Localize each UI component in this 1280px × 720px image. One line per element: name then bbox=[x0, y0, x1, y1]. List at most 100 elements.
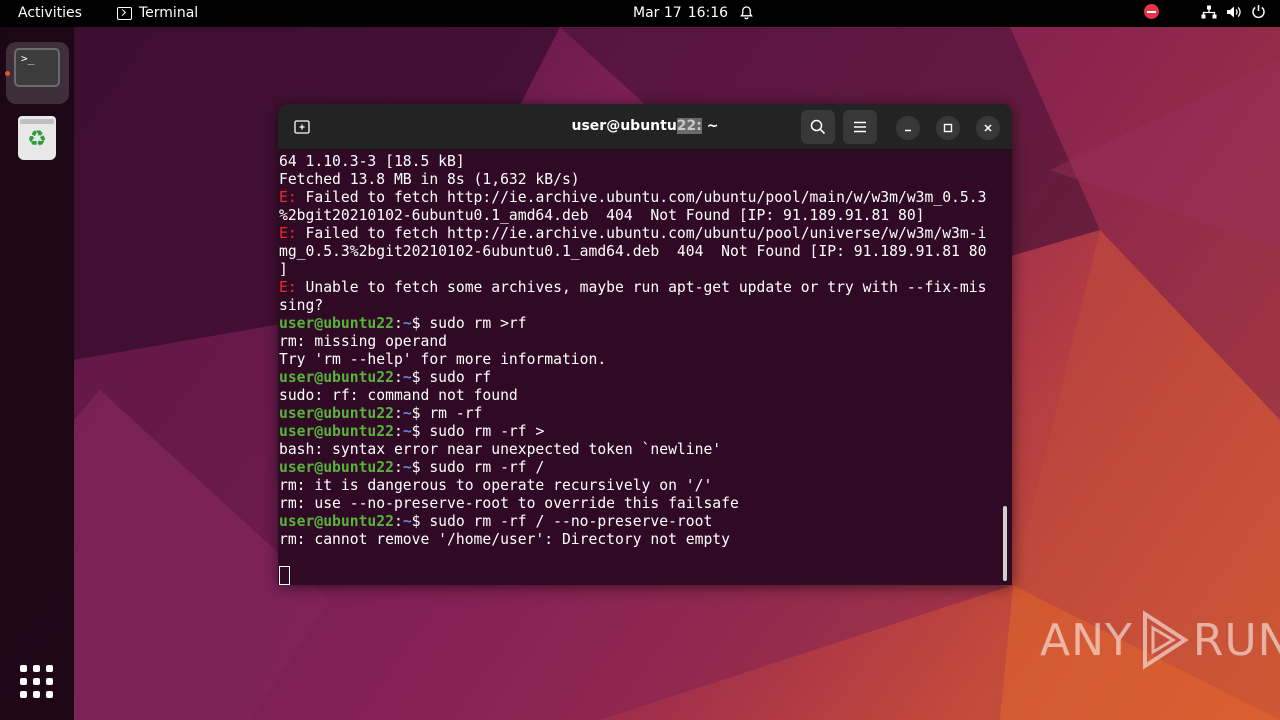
recycle-icon: ♻ bbox=[27, 127, 47, 152]
terminal-line: rm: use --no-preserve-root to override t… bbox=[279, 495, 986, 513]
error-tag: E: bbox=[279, 279, 297, 296]
prompt-path: ~ bbox=[402, 315, 412, 332]
error-tag: E: bbox=[279, 225, 297, 242]
terminal-line: bash: syntax error near unexpected token… bbox=[279, 441, 986, 459]
prompt-command: $ sudo rm -rf / bbox=[411, 459, 545, 476]
terminal-line: %2bgit20210102-6ubuntu0.1_amd64.deb 404 … bbox=[279, 207, 986, 225]
line-text: rm: use --no-preserve-root to override t… bbox=[279, 495, 739, 512]
anyrun-watermark: ANY RUN bbox=[1040, 608, 1280, 672]
notification-bell-icon[interactable] bbox=[739, 5, 754, 21]
running-indicator bbox=[5, 71, 10, 76]
line-text: ] bbox=[279, 261, 288, 278]
do-not-disturb-icon[interactable] bbox=[1144, 4, 1159, 19]
show-apps-grid-icon[interactable] bbox=[20, 665, 53, 698]
close-button[interactable] bbox=[976, 116, 1000, 140]
terminal-line: user@ubuntu22:~$ rm -rf bbox=[279, 405, 986, 423]
terminal-line: rm: cannot remove '/home/user': Director… bbox=[279, 531, 986, 549]
terminal-line: user@ubuntu22:~$ sudo rf bbox=[279, 369, 986, 387]
terminal-line: sudo: rf: command not found bbox=[279, 387, 986, 405]
prompt-separator: : bbox=[393, 315, 403, 332]
prompt-path: ~ bbox=[402, 405, 412, 422]
dock-trash[interactable]: ♻ bbox=[18, 116, 56, 160]
close-icon bbox=[984, 124, 992, 132]
prompt-separator: : bbox=[393, 369, 403, 386]
line-text: rm: it is dangerous to operate recursive… bbox=[279, 477, 713, 494]
prompt-separator: : bbox=[393, 459, 403, 476]
text-cursor bbox=[279, 566, 290, 585]
terminal-line: E: Unable to fetch some archives, maybe … bbox=[279, 279, 986, 297]
play-logo-icon bbox=[1142, 610, 1189, 670]
terminal-line: rm: missing operand bbox=[279, 333, 986, 351]
maximize-button[interactable] bbox=[936, 116, 960, 140]
clock-time: 16:16 bbox=[687, 5, 729, 21]
terminal-line: sing? bbox=[279, 297, 986, 315]
line-text: rm: cannot remove '/home/user': Director… bbox=[279, 531, 730, 548]
terminal-line: E: Failed to fetch http://ie.archive.ubu… bbox=[279, 189, 986, 207]
volume-icon[interactable] bbox=[1226, 5, 1242, 19]
clock[interactable]: Mar 17 16:16 bbox=[633, 5, 728, 21]
window-title-selection: 22: bbox=[676, 118, 702, 134]
window-title-suffix: ~ bbox=[701, 118, 719, 134]
app-menu-label: Terminal bbox=[139, 5, 199, 21]
hamburger-menu-icon bbox=[854, 121, 866, 133]
prompt-command: $ rm -rf bbox=[411, 405, 483, 422]
activities-button[interactable]: Activities bbox=[18, 5, 82, 21]
watermark-right-text: RUN bbox=[1192, 614, 1280, 666]
terminal-output-area[interactable]: 64 1.10.3-3 [18.5 kB] Fetched 13.8 MB in … bbox=[278, 151, 1012, 585]
terminal-line: mg_0.5.3%2bgit20210102-6ubuntu0.1_amd64.… bbox=[279, 243, 986, 261]
prompt-path: ~ bbox=[402, 459, 412, 476]
prompt-user: user@ubuntu22 bbox=[279, 459, 394, 476]
terminal-line: user@ubuntu22:~$ sudo rm >rf bbox=[279, 315, 986, 333]
prompt-command: $ sudo rm >rf bbox=[411, 315, 527, 332]
line-text: Failed to fetch http://ie.archive.ubuntu… bbox=[296, 225, 987, 242]
prompt-command: $ sudo rf bbox=[411, 369, 492, 386]
window-title-prefix: user@ubuntu bbox=[571, 118, 677, 134]
scrollbar[interactable] bbox=[1003, 506, 1007, 581]
watermark-left-text: ANY bbox=[1040, 614, 1133, 666]
terminal-line: E: Failed to fetch http://ie.archive.ubu… bbox=[279, 225, 986, 243]
network-icon[interactable] bbox=[1201, 5, 1217, 19]
line-text: Unable to fetch some archives, maybe run… bbox=[296, 279, 987, 296]
clock-date: Mar 17 bbox=[633, 5, 682, 21]
system-tray[interactable] bbox=[1144, 4, 1266, 19]
maximize-icon bbox=[943, 123, 953, 133]
line-text: mg_0.5.3%2bgit20210102-6ubuntu0.1_amd64.… bbox=[279, 243, 987, 260]
terminal-line: rm: it is dangerous to operate recursive… bbox=[279, 477, 986, 495]
prompt-command: $ sudo rm -rf / --no-preserve-root bbox=[411, 513, 713, 530]
minimize-icon bbox=[905, 129, 911, 132]
terminal-line: ] bbox=[279, 261, 986, 279]
line-text: Try 'rm --help' for more information. bbox=[279, 351, 607, 368]
prompt-user: user@ubuntu22 bbox=[279, 315, 394, 332]
power-icon[interactable] bbox=[1251, 4, 1266, 19]
prompt-user: user@ubuntu22 bbox=[279, 405, 394, 422]
menu-button[interactable] bbox=[843, 110, 877, 144]
prompt-user: user@ubuntu22 bbox=[279, 369, 394, 386]
prompt-path: ~ bbox=[402, 423, 412, 440]
search-button[interactable] bbox=[801, 110, 835, 144]
minimize-button[interactable] bbox=[896, 116, 920, 140]
line-text: sing? bbox=[279, 297, 324, 314]
terminal-line: Fetched 13.8 MB in 8s (1,632 kB/s) bbox=[279, 171, 986, 189]
terminal-app-icon: >_ bbox=[14, 48, 60, 87]
search-icon bbox=[810, 119, 826, 135]
terminal-line: user@ubuntu22:~$ sudo rm -rf / --no-pres… bbox=[279, 513, 986, 531]
app-menu[interactable]: Terminal bbox=[117, 5, 198, 21]
terminal-line: user@ubuntu22:~$ sudo rm -rf / bbox=[279, 459, 986, 477]
prompt-path: ~ bbox=[402, 513, 412, 530]
line-text: %2bgit20210102-6ubuntu0.1_amd64.deb 404 … bbox=[279, 207, 925, 224]
terminal-header-bar[interactable]: user@ubuntu22: ~ bbox=[278, 104, 1012, 150]
prompt-command: $ sudo rm -rf > bbox=[411, 423, 545, 440]
top-bar: Activities Terminal Mar 17 16:16 bbox=[0, 0, 1280, 27]
error-tag: E: bbox=[279, 189, 297, 206]
dock: >_ ♻ bbox=[0, 27, 74, 720]
terminal-window[interactable]: user@ubuntu22: ~ 64 1.10.3-3 [18.5 kB] F… bbox=[278, 104, 1012, 585]
line-text: bash: syntax error near unexpected token… bbox=[279, 441, 722, 458]
prompt-path: ~ bbox=[402, 369, 412, 386]
prompt-separator: : bbox=[393, 423, 403, 440]
terminal-line: user@ubuntu22:~$ sudo rm -rf > bbox=[279, 423, 986, 441]
line-text: Failed to fetch http://ie.archive.ubuntu… bbox=[296, 189, 987, 206]
terminal-text: 64 1.10.3-3 [18.5 kB] Fetched 13.8 MB in … bbox=[279, 153, 986, 549]
line-text: 64 1.10.3-3 [18.5 kB] bbox=[279, 153, 465, 170]
prompt-separator: : bbox=[393, 405, 403, 422]
terminal-line: 64 1.10.3-3 [18.5 kB] bbox=[279, 153, 986, 171]
